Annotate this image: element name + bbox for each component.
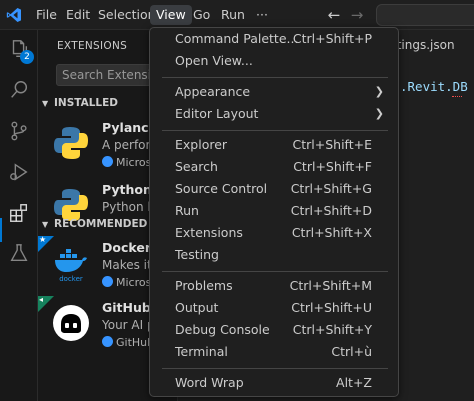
menu-item-search[interactable]: Search Ctrl+Shift+F <box>154 156 394 178</box>
explorer-badge: 2 <box>20 50 34 64</box>
verified-badge-icon <box>102 336 113 347</box>
menu-item-open-view[interactable]: Open View... <box>154 50 394 72</box>
python-logo-icon <box>54 127 88 159</box>
command-center[interactable] <box>376 4 474 26</box>
menu-file[interactable]: File <box>30 5 63 25</box>
activity-bar: 2 <box>0 30 38 401</box>
menu-run[interactable]: Run <box>215 5 251 25</box>
chevron-right-icon: ❯ <box>374 107 384 120</box>
flask-icon[interactable] <box>8 242 30 264</box>
view-menu-dropdown: Command Palette... Ctrl+Shift+P Open Vie… <box>149 27 399 397</box>
menu-separator <box>162 271 388 272</box>
menu-item-run[interactable]: Run Ctrl+Shift+D <box>154 200 394 222</box>
extension-publisher: GitHub <box>102 336 154 349</box>
vscode-logo-icon[interactable] <box>6 7 22 23</box>
title-bar: File Edit Selection View Go Run ··· ← → <box>0 0 474 30</box>
menu-item-command-palette[interactable]: Command Palette... Ctrl+Shift+P <box>154 28 394 50</box>
menu-item-debug-console[interactable]: Debug Console Ctrl+Shift+Y <box>154 319 394 341</box>
menu-edit[interactable]: Edit <box>60 5 96 25</box>
menu-separator <box>162 368 388 369</box>
forward-arrow-icon[interactable]: → <box>348 6 366 24</box>
menu-view[interactable]: View <box>150 5 192 25</box>
chevron-right-icon: ❯ <box>374 85 384 98</box>
menu-item-explorer[interactable]: Explorer Ctrl+Shift+E <box>154 134 394 156</box>
sidebar-title: EXTENSIONS <box>57 40 128 52</box>
error-squiggle <box>452 94 462 97</box>
star-icon: ★ <box>39 235 47 244</box>
extensions-icon[interactable] <box>8 202 30 224</box>
menu-item-extensions[interactable]: Extensions Ctrl+Shift+X <box>154 222 394 244</box>
chevron-down-icon: ▼ <box>42 220 49 229</box>
menu-item-problems[interactable]: Problems Ctrl+Shift+M <box>154 275 394 297</box>
recommended-section-header[interactable]: ▼ RECOMMENDED <box>42 218 147 230</box>
menu-more[interactable]: ··· <box>250 5 274 25</box>
menu-item-terminal[interactable]: Terminal Ctrl+ù <box>154 341 394 363</box>
menu-item-source-control[interactable]: Source Control Ctrl+Shift+G <box>154 178 394 200</box>
menu-item-output[interactable]: Output Ctrl+Shift+U <box>154 297 394 319</box>
menu-item-word-wrap[interactable]: Word Wrap Alt+Z <box>154 372 394 394</box>
menu-item-appearance[interactable]: Appearance ❯ <box>154 81 394 103</box>
copilot-logo-icon <box>53 305 89 341</box>
code-line[interactable]: .Revit.DB <box>400 79 468 94</box>
menu-item-testing[interactable]: Testing <box>154 244 394 266</box>
menu-go[interactable]: Go <box>187 5 216 25</box>
editor-tab-label[interactable]: ttings.json <box>392 38 455 52</box>
menu-separator <box>162 130 388 131</box>
installed-section-header[interactable]: ▼ INSTALLED <box>42 97 118 109</box>
verified-badge-icon <box>102 156 113 167</box>
docker-logo-icon: docker <box>55 249 87 282</box>
svg-text:docker: docker <box>59 275 83 282</box>
source-control-icon[interactable] <box>8 120 30 142</box>
extension-name: Docker <box>102 240 151 255</box>
search-icon[interactable] <box>8 79 30 101</box>
run-debug-icon[interactable] <box>8 161 30 183</box>
menu-separator <box>162 77 388 78</box>
verified-badge-icon <box>102 276 113 287</box>
menu-item-editor-layout[interactable]: Editor Layout ❯ <box>154 103 394 125</box>
back-arrow-icon[interactable]: ← <box>325 6 343 24</box>
tag-icon: ◂ <box>39 295 44 304</box>
extension-name: Python <box>102 182 152 197</box>
active-view-indicator <box>0 218 2 242</box>
chevron-down-icon: ▼ <box>42 99 49 108</box>
